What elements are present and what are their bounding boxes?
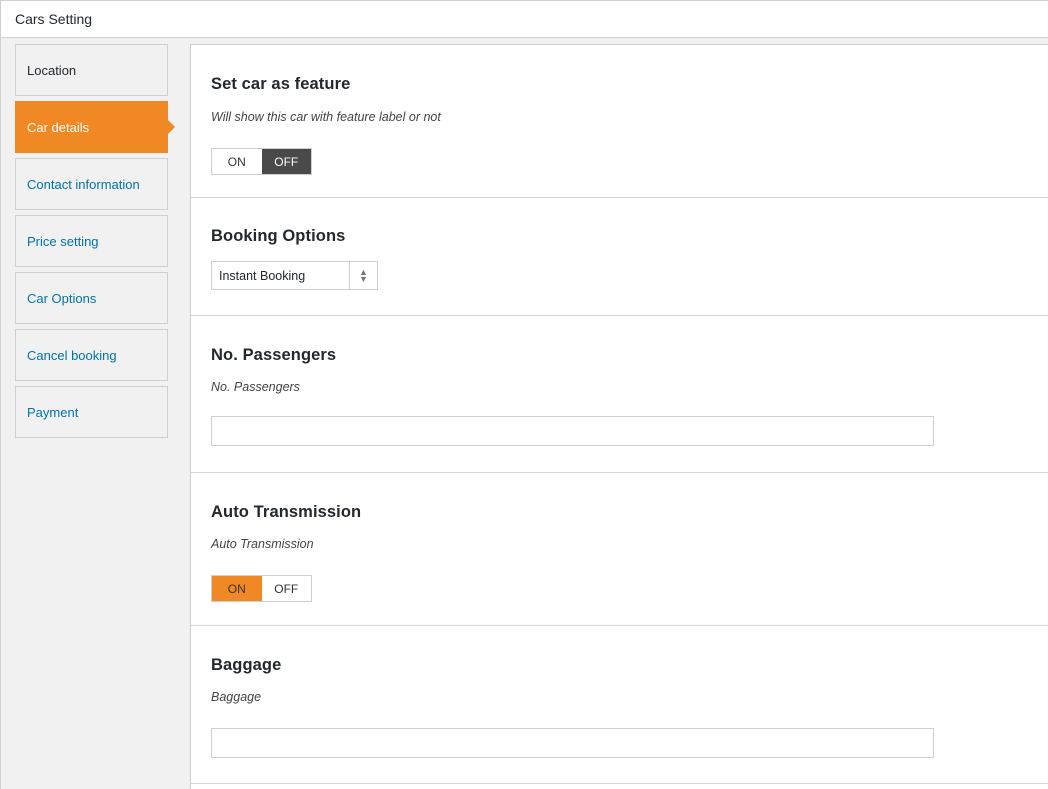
passengers-section: No. Passengers No. Passengers <box>191 316 1048 473</box>
booking-options-select[interactable]: Instant Booking ▲ ▼ <box>211 261 378 290</box>
panel-title: Cars Setting <box>1 1 1048 38</box>
sidebar-item-location[interactable]: Location <box>15 44 168 96</box>
transmission-toggle: ON OFF <box>211 575 312 602</box>
booking-title: Booking Options <box>211 227 346 245</box>
sort-arrows-icon: ▲ ▼ <box>349 262 377 289</box>
baggage-description: Baggage <box>211 690 262 704</box>
booking-selected-value: Instant Booking <box>219 268 306 283</box>
feature-toggle: ON OFF <box>211 148 312 175</box>
passengers-description: No. Passengers <box>211 380 300 394</box>
feature-on-option[interactable]: ON <box>212 149 262 174</box>
baggage-title: Baggage <box>211 656 282 674</box>
transmission-section: Auto Transmission Auto Transmission ON O… <box>191 473 1048 626</box>
feature-description: Will show this car with feature label or… <box>211 110 441 124</box>
sidebar-item-price-setting[interactable]: Price setting <box>15 215 168 267</box>
transmission-title: Auto Transmission <box>211 503 362 521</box>
settings-content: Set car as feature Will show this car wi… <box>190 44 1048 789</box>
transmission-on-option[interactable]: ON <box>212 576 262 601</box>
feature-section: Set car as feature Will show this car wi… <box>191 45 1048 198</box>
passengers-title: No. Passengers <box>211 346 337 364</box>
sidebar-item-contact-information[interactable]: Contact information <box>15 158 168 210</box>
feature-off-option[interactable]: OFF <box>261 149 311 174</box>
sidebar-item-payment[interactable]: Payment <box>15 386 168 438</box>
transmission-description: Auto Transmission <box>211 537 314 551</box>
passengers-input[interactable] <box>211 416 934 446</box>
panel-body: Location Car details Contact information… <box>1 38 1048 789</box>
transmission-off-option[interactable]: OFF <box>261 576 311 601</box>
sidebar-item-cancel-booking[interactable]: Cancel booking <box>15 329 168 381</box>
feature-title: Set car as feature <box>211 75 351 93</box>
sidebar-item-car-options[interactable]: Car Options <box>15 272 168 324</box>
cars-setting-panel: Cars Setting Location Car details Contac… <box>0 0 1048 789</box>
sidebar-item-car-details[interactable]: Car details <box>15 101 175 153</box>
baggage-section: Baggage Baggage <box>191 626 1048 784</box>
settings-sidebar: Location Car details Contact information… <box>15 44 175 443</box>
baggage-input[interactable] <box>211 728 934 758</box>
booking-section: Booking Options Instant Booking ▲ ▼ <box>191 198 1048 316</box>
